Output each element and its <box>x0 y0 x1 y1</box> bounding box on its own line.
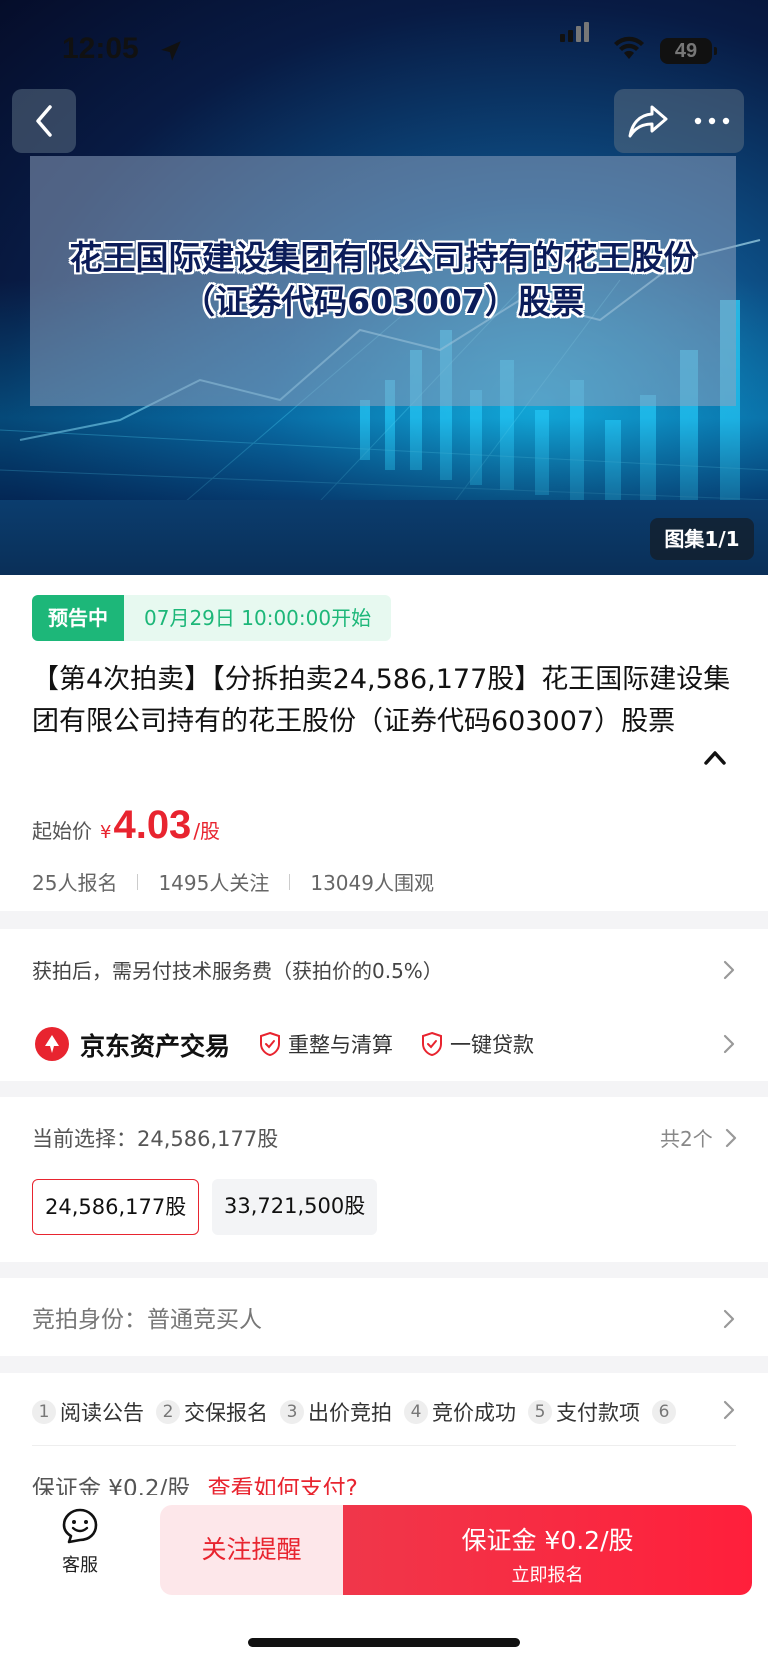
wifi-icon <box>614 36 644 59</box>
shield-check-icon <box>422 1031 442 1057</box>
start-time: 07月29日 10:00:00开始 <box>124 595 392 641</box>
price-value: 4.03 <box>113 803 192 847</box>
followers-count: 1495人关注 <box>158 871 270 895</box>
gallery-counter-badge[interactable]: 图集1/1 <box>650 518 754 560</box>
shield-check-icon <box>260 1031 280 1057</box>
hero-title-text: 花王国际建设集团有限公司持有的花王股份（证券代码603007）股票 <box>69 238 697 321</box>
bottom-action-bar: 客服 关注提醒 保证金 ¥0.2/股 立即报名 <box>0 1495 768 1663</box>
chevron-right-icon[interactable] <box>724 1127 738 1149</box>
step-number: 5 <box>528 1400 552 1424</box>
registered-count: 25人报名 <box>32 871 118 895</box>
status-bar: 12:05 49 <box>0 0 768 65</box>
share-option[interactable]: 33,721,500股 <box>212 1179 378 1235</box>
step-label: 交保报名 <box>184 1401 268 1425</box>
price-currency: ¥ <box>100 822 112 843</box>
fee-platform-card: 获拍后，需另付技术服务费（获拍价的0.5%） 京东资产交易 重整与清算 一键贷款 <box>0 929 768 1081</box>
tag-loan: 一键贷款 <box>420 1029 534 1059</box>
price-unit: /股 <box>193 819 221 843</box>
price-label: 起始价 <box>32 819 92 843</box>
smiley-chat-icon <box>62 1508 98 1544</box>
step-number: 1 <box>32 1400 56 1424</box>
preview-status-badge: 预告中 07月29日 10:00:00开始 <box>32 595 392 641</box>
step-label: 出价竞拍 <box>308 1401 392 1425</box>
status-time: 12:05 <box>62 32 139 65</box>
auction-info-card: 预告中 07月29日 10:00:00开始 【第4次拍卖】【分拆拍卖24,586… <box>0 575 768 911</box>
starting-price: 起始价 ¥ 4.03 /股 <box>32 803 220 855</box>
tag-label: 重整与清算 <box>288 1033 393 1057</box>
viewers-count: 13049人围观 <box>310 871 434 895</box>
auction-detail-page: 花王国际建设集团有限公司持有的花王股份（证券代码603007）股票 图集1/1 … <box>0 0 768 1663</box>
step-number: 6 <box>652 1400 676 1424</box>
chevron-up-icon[interactable] <box>700 745 730 769</box>
signup-label: 立即报名 <box>511 1565 584 1586</box>
current-selection-label: 当前选择：24,586,177股 <box>32 1127 279 1151</box>
share-option-selected[interactable]: 24,586,177股 <box>32 1179 200 1235</box>
signup-deposit-text: 保证金 ¥0.2/股 <box>461 1526 634 1555</box>
step-item: 1 阅读公告 <box>32 1397 144 1427</box>
step-label: 支付款项 <box>556 1401 640 1425</box>
step-item: 3 出价竞拍 <box>280 1397 392 1427</box>
step-number: 4 <box>404 1400 428 1424</box>
platform-name: 京东资产交易 <box>80 1032 231 1061</box>
step-item: 6 <box>652 1400 680 1424</box>
tag-restructuring: 重整与清算 <box>258 1029 393 1059</box>
option-count[interactable]: 共2个 <box>660 1123 713 1152</box>
register-now-button[interactable]: 保证金 ¥0.2/股 立即报名 <box>343 1505 752 1595</box>
participation-stats: 25人报名 1495人关注 13049人围观 <box>32 867 434 896</box>
customer-service-label: 客服 <box>62 1555 98 1576</box>
bidder-identity-text: 竞拍身份：普通竞买人 <box>32 1307 262 1333</box>
step-item: 4 竞价成功 <box>404 1397 516 1427</box>
service-fee-note[interactable]: 获拍后，需另付技术服务费（获拍价的0.5%） <box>32 955 443 984</box>
lot-title: 【第4次拍卖】【分拆拍卖24,586,177股】花王国际建设集团有限公司持有的花… <box>32 664 731 737</box>
top-right-actions <box>614 89 744 153</box>
step-item: 2 交保报名 <box>156 1397 268 1427</box>
battery-indicator: 49 <box>660 38 717 64</box>
back-button[interactable] <box>12 89 76 153</box>
steps-list[interactable]: 1 阅读公告 2 交保报名 3 出价竞拍 4 竞价成功 5 支付款项 6 <box>32 1397 692 1427</box>
step-number: 3 <box>280 1400 304 1424</box>
more-options-icon[interactable] <box>690 103 734 139</box>
step-label: 阅读公告 <box>60 1401 144 1425</box>
hero-title-panel: 花王国际建设集团有限公司持有的花王股份（证券代码603007）股票 <box>30 156 736 406</box>
divider <box>32 1445 736 1446</box>
chevron-left-icon <box>36 105 52 137</box>
chevron-right-icon[interactable] <box>722 1399 736 1421</box>
tag-label: 一键贷款 <box>450 1033 534 1057</box>
bidder-identity-row[interactable]: 竞拍身份：普通竞买人 <box>0 1278 768 1356</box>
status-tag: 预告中 <box>32 595 124 641</box>
chevron-right-icon[interactable] <box>722 1308 736 1330</box>
home-indicator <box>248 1638 520 1647</box>
chevron-right-icon[interactable] <box>722 1033 736 1055</box>
hero-image[interactable]: 花王国际建设集团有限公司持有的花王股份（证券代码603007）股票 图集1/1 <box>0 0 768 575</box>
share-selection-card: 当前选择：24,586,177股 共2个 24,586,177股 33,721,… <box>0 1097 768 1262</box>
share-icon[interactable] <box>626 101 670 141</box>
divider <box>289 873 291 890</box>
divider <box>137 873 139 890</box>
jd-asset-logo-icon <box>35 1027 69 1061</box>
step-item: 5 支付款项 <box>528 1397 640 1427</box>
follow-reminder-button[interactable]: 关注提醒 <box>160 1505 343 1595</box>
step-label: 竞价成功 <box>432 1401 516 1425</box>
customer-service-button[interactable]: 客服 <box>50 1507 110 1577</box>
location-arrow-icon <box>161 41 181 61</box>
step-number: 2 <box>156 1400 180 1424</box>
chevron-right-icon[interactable] <box>722 959 736 981</box>
